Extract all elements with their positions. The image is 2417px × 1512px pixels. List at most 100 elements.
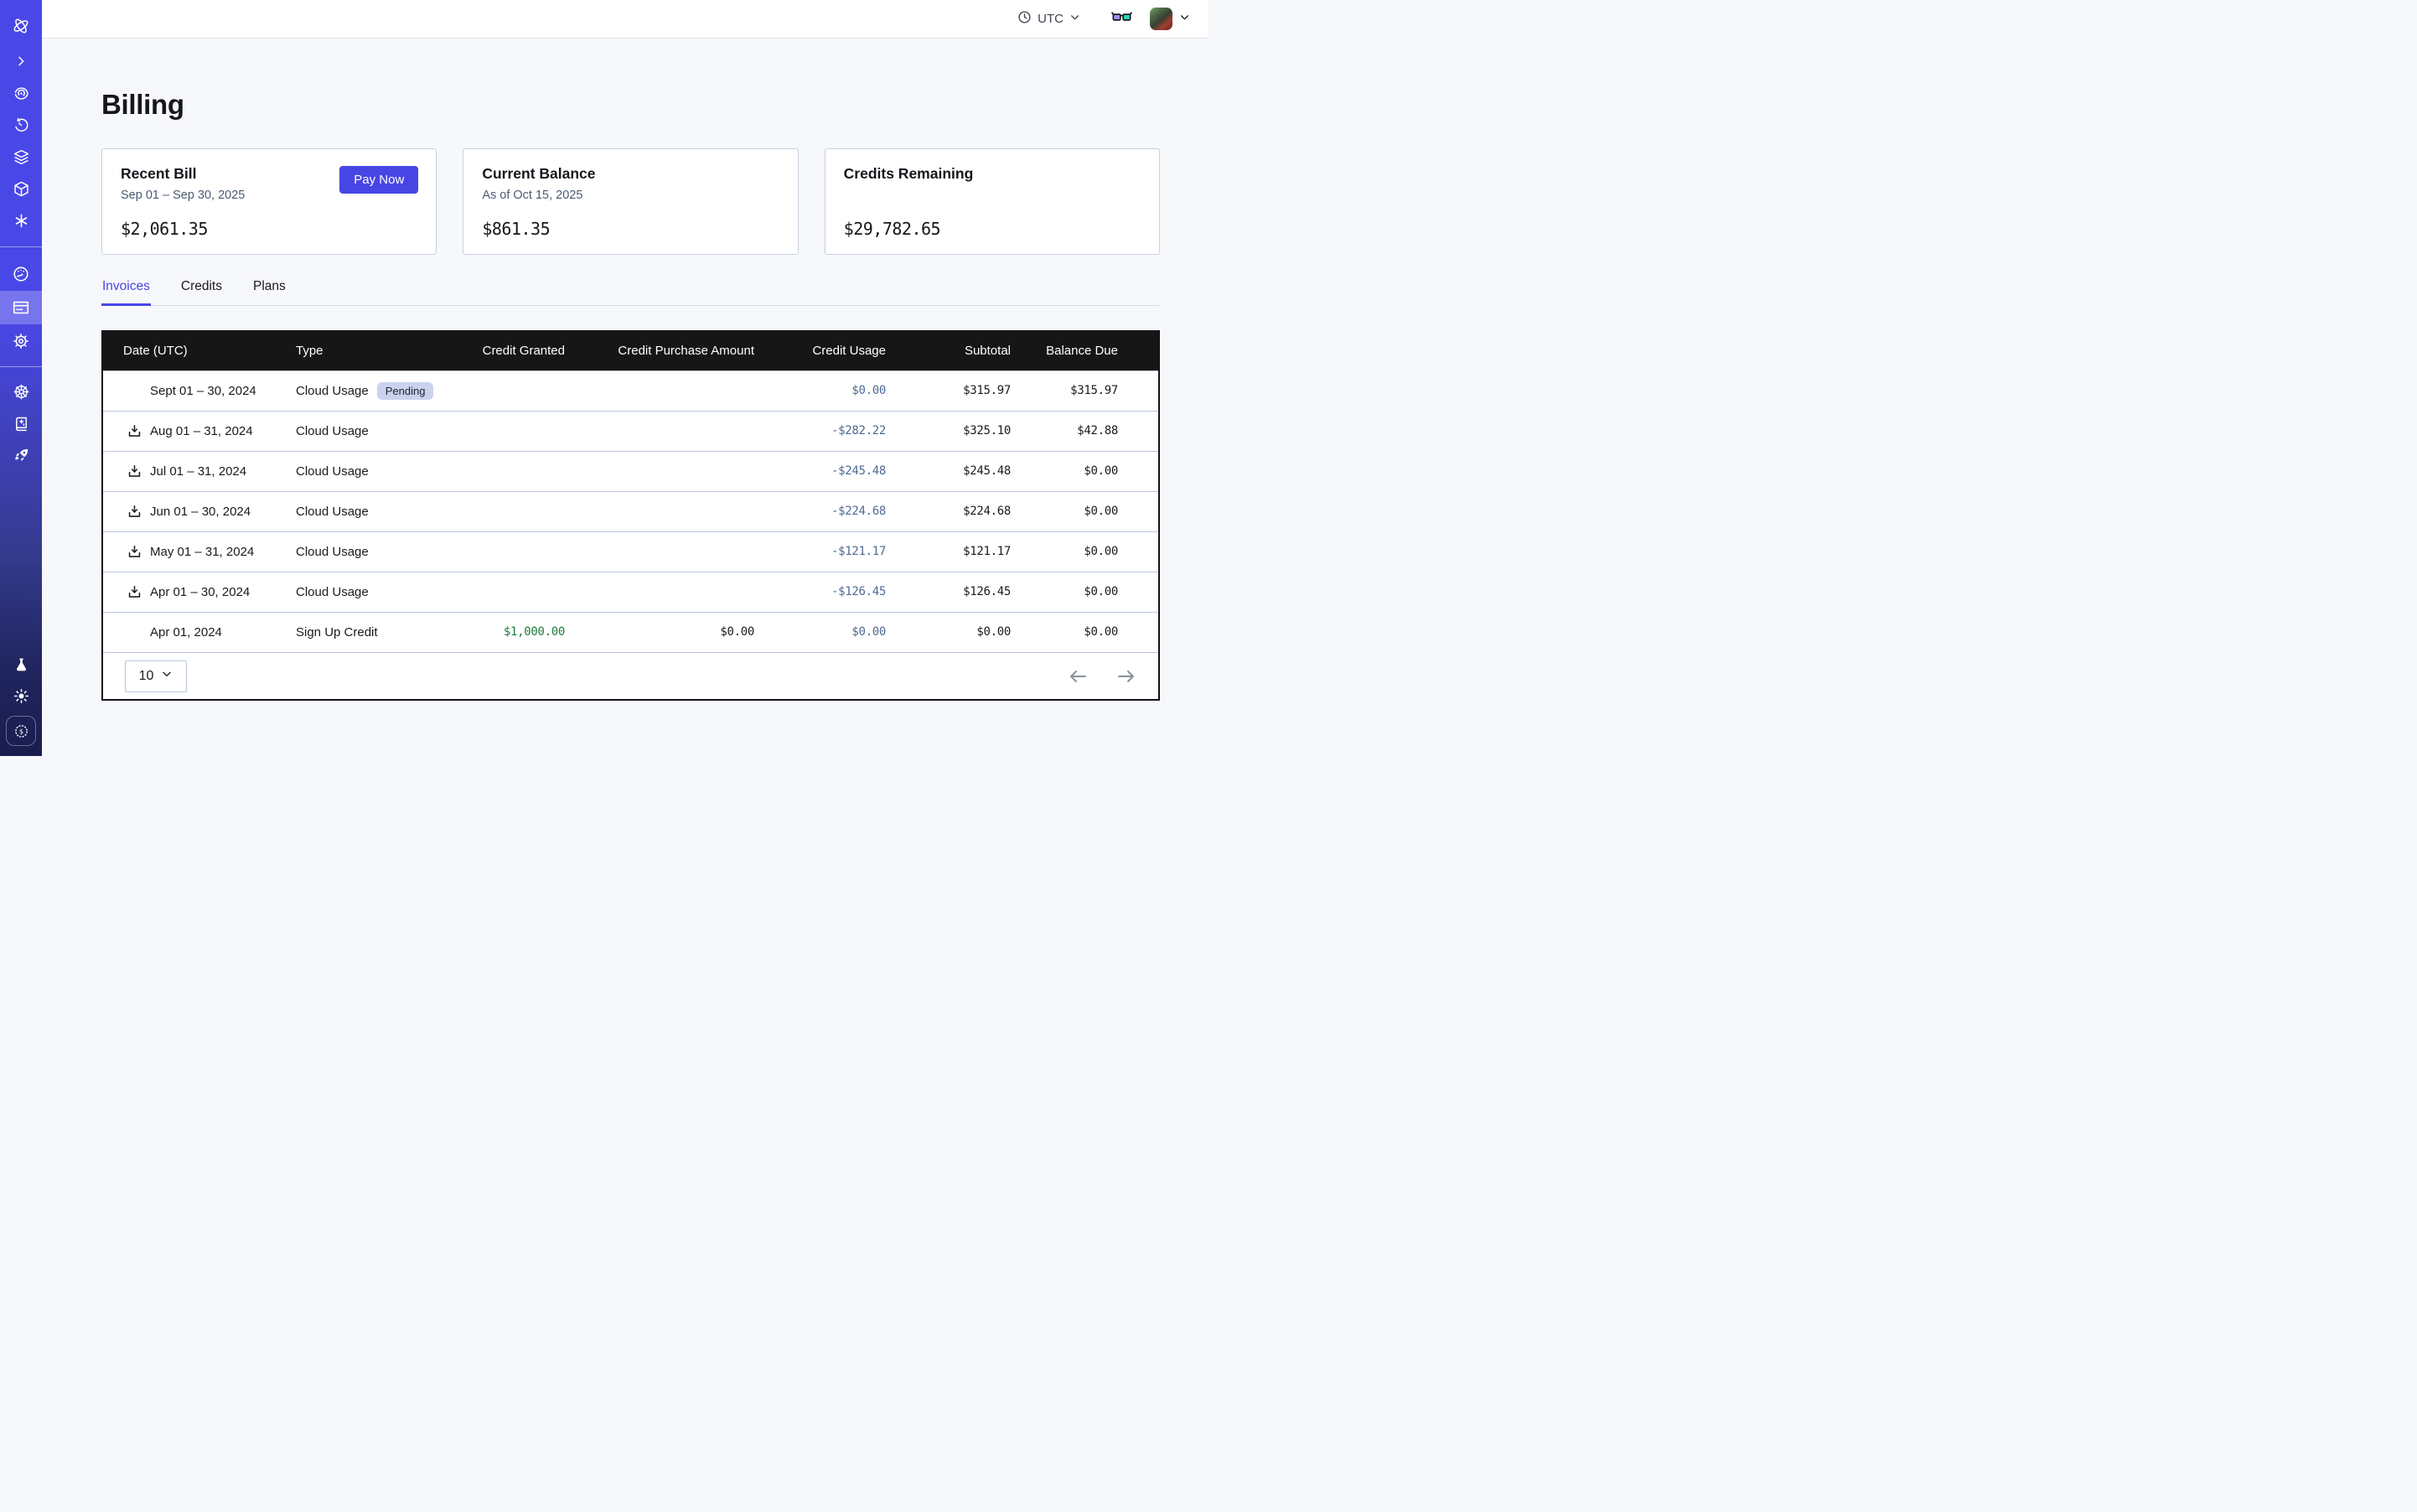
invoice-type: Cloud Usage [296, 505, 369, 519]
credits-remaining-card: Credits Remaining $29,782.65 [825, 148, 1160, 255]
cube-icon [13, 180, 30, 198]
orbit-logo[interactable] [11, 13, 31, 39]
download-invoice-icon[interactable] [127, 423, 142, 439]
balance-due-value: $0.00 [1021, 572, 1158, 612]
credit-usage-value: -$282.22 [764, 411, 896, 451]
sidebar-item-settings[interactable] [0, 324, 42, 358]
sidebar: $ [0, 0, 42, 756]
sidebar-item-billing[interactable] [0, 291, 42, 324]
balance-due-value: $0.00 [1021, 612, 1158, 652]
invoice-type: Cloud Usage [296, 384, 369, 398]
tab-credits[interactable]: Credits [180, 279, 223, 306]
chevron-down-icon [161, 668, 173, 684]
credit-card-icon [12, 298, 30, 317]
invoice-type: Cloud Usage [296, 585, 369, 599]
invoice-date: Jun 01 – 30, 2024 [150, 505, 251, 519]
sidebar-item-docs[interactable] [0, 407, 42, 439]
credit-usage-value: $0.00 [764, 370, 896, 411]
invoice-date: Jul 01 – 31, 2024 [150, 464, 246, 479]
subtotal-value: $315.97 [896, 370, 1021, 411]
sidebar-item-usage[interactable] [0, 257, 42, 291]
chevron-right-icon [14, 54, 28, 68]
tab-plans[interactable]: Plans [252, 279, 287, 306]
invoice-type: Cloud Usage [296, 424, 369, 438]
table-pagination: 10 [103, 652, 1158, 699]
invoice-row: May 01 – 31, 2024Cloud Usage-$121.17$121… [103, 531, 1158, 572]
tab-invoices[interactable]: Invoices [101, 279, 151, 306]
credit-granted-value [455, 572, 575, 612]
previous-page-button[interactable] [1068, 669, 1088, 684]
sidebar-item-asterisk[interactable] [0, 205, 42, 236]
current-balance-card: Current Balance As of Oct 15, 2025 $861.… [463, 148, 798, 255]
download-invoice-icon[interactable] [127, 463, 142, 479]
invoice-date: Aug 01 – 31, 2024 [150, 424, 253, 438]
sidebar-item-credits[interactable]: $ [6, 716, 36, 746]
column-date: Date (UTC) [103, 332, 296, 370]
subtotal-value: $245.48 [896, 451, 1021, 491]
download-invoice-icon[interactable] [127, 504, 142, 520]
credit-purchase-value [575, 451, 764, 491]
column-balance-due: Balance Due [1021, 332, 1158, 370]
subtotal-value: $325.10 [896, 411, 1021, 451]
timezone-selector[interactable]: UTC [1017, 10, 1080, 28]
invoice-row: Jul 01 – 31, 2024Cloud Usage-$245.48$245… [103, 451, 1158, 491]
credit-purchase-value [575, 531, 764, 572]
account-menu[interactable] [1150, 8, 1190, 30]
sidebar-item-layers[interactable] [0, 141, 42, 173]
credit-granted-value [455, 370, 575, 411]
download-invoice-icon[interactable] [127, 584, 142, 600]
column-credit-granted: Credit Granted [455, 332, 575, 370]
download-invoice-icon[interactable] [127, 544, 142, 560]
credit-granted-value: $1,000.00 [455, 612, 575, 652]
book-sparkle-icon [13, 415, 30, 432]
sidebar-item-theme[interactable] [0, 681, 42, 711]
invoice-row: Aug 01 – 31, 2024 Cloud Usage -$282.22$325… [103, 411, 1158, 451]
invoice-date: Apr 01, 2024 [150, 625, 222, 639]
column-credit-usage: Credit Usage [764, 332, 896, 370]
next-page-button[interactable] [1116, 669, 1136, 684]
glasses-icon [1110, 9, 1133, 29]
sidebar-item-labs[interactable] [0, 649, 42, 681]
page-size-select[interactable]: 10 [125, 660, 187, 692]
card-subtitle: As of Oct 15, 2025 [482, 189, 779, 202]
table-header: Date (UTC) Type Credit Granted Credit Pu… [103, 332, 1158, 370]
subtotal-value: $224.68 [896, 491, 1021, 531]
pay-now-button[interactable]: Pay Now [339, 166, 418, 194]
summary-cards: Recent Bill Sep 01 – Sep 30, 2025 $2,061… [101, 148, 1160, 255]
invoice-date: May 01 – 31, 2024 [150, 545, 254, 559]
credit-usage-value: $0.00 [764, 612, 896, 652]
column-type: Type [296, 332, 455, 370]
sidebar-item-kubernetes[interactable] [0, 375, 42, 407]
invoice-table-body: Sept 01 – 30, 2024Cloud UsagePending$0.0… [103, 370, 1158, 652]
invoice-type: Cloud Usage [296, 545, 369, 559]
topbar: UTC [42, 0, 1208, 39]
balance-due-value: $42.88 [1021, 411, 1158, 451]
sidebar-item-observe[interactable] [0, 77, 42, 109]
balance-due-value: $0.00 [1021, 531, 1158, 572]
credit-purchase-value [575, 491, 764, 531]
balance-due-value: $0.00 [1021, 491, 1158, 531]
sidebar-item-timer[interactable] [0, 109, 42, 141]
invoice-row: Apr 01, 2024 Sign Up Credit $1,000.00 $0.00… [103, 612, 1158, 652]
sun-icon [13, 687, 30, 705]
invoice-type: Sign Up Credit [296, 625, 378, 639]
sidebar-collapse-button[interactable] [0, 45, 42, 77]
view-mode-button[interactable] [1110, 9, 1133, 29]
billing-tabs: Invoices Credits Plans [101, 279, 1160, 306]
credit-usage-value: -$224.68 [764, 491, 896, 531]
credit-purchase-value [575, 411, 764, 451]
page-size-value: 10 [139, 669, 154, 684]
sidebar-item-getting-started[interactable] [0, 439, 42, 471]
invoice-type: Cloud Usage [296, 464, 369, 479]
credit-granted-value [455, 411, 575, 451]
rocket-icon [13, 447, 30, 464]
main-content: Billing Recent Bill Sep 01 – Sep 30, 202… [42, 39, 1208, 756]
ship-wheel-icon [13, 383, 30, 401]
avatar [1150, 8, 1172, 30]
card-title: Credits Remaining [844, 165, 1141, 183]
column-subtotal: Subtotal [896, 332, 1021, 370]
credit-purchase-value [575, 370, 764, 411]
card-title: Current Balance [482, 165, 779, 183]
subtotal-value: $121.17 [896, 531, 1021, 572]
sidebar-item-cube[interactable] [0, 173, 42, 205]
